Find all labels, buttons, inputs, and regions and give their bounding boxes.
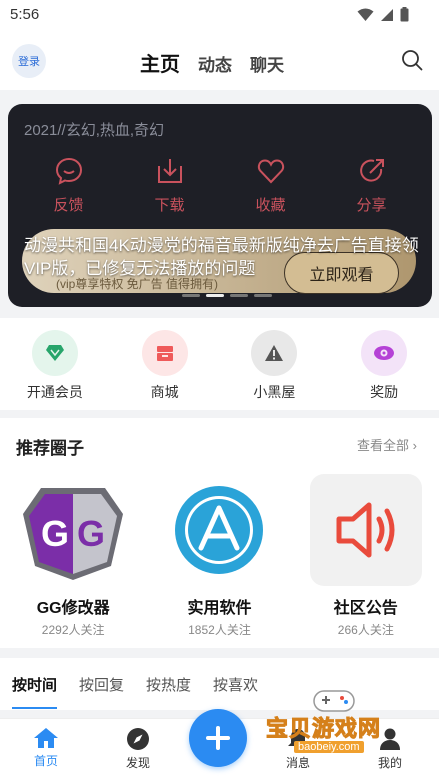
circle-card-apps[interactable]: 实用软件 1852人关注 — [159, 474, 279, 638]
banner-pager — [182, 294, 272, 297]
tab-feed[interactable]: 动态 — [198, 51, 232, 76]
top-header: 登录 主页 动态 聊天 — [0, 30, 439, 90]
plus-icon — [206, 726, 230, 750]
pager-dot[interactable] — [254, 294, 272, 297]
view-all-label: 查看全部 — [357, 438, 410, 453]
speaker-icon — [309, 474, 422, 586]
compass-icon — [127, 728, 149, 750]
share-icon — [359, 159, 384, 182]
quick-link-label: 奖励 — [370, 384, 399, 400]
tab-home[interactable]: 主页 — [140, 48, 180, 77]
diamond-icon — [31, 330, 78, 376]
circle-followers: 2292人关注 — [41, 623, 105, 637]
sort-by-likes[interactable]: 按喜欢 — [213, 674, 258, 695]
svg-text:G: G — [41, 513, 69, 554]
quick-link-reward[interactable]: 奖励 — [339, 330, 429, 402]
view-all-link[interactable]: 查看全部 › — [357, 435, 417, 454]
quick-link-vip[interactable]: 开通会员 — [10, 330, 100, 402]
share-label: 分享 — [356, 197, 387, 214]
store-icon — [141, 330, 188, 376]
signal-icon — [381, 8, 393, 21]
pager-dot[interactable] — [230, 294, 248, 297]
sort-by-reply[interactable]: 按回复 — [79, 674, 124, 695]
search-icon[interactable] — [401, 49, 423, 71]
recommended-circles: 推荐圈子 查看全部 › G G GG修改器 2292人关注 实用软件 1852人… — [0, 418, 439, 648]
banner-overlay-text: 动漫共和国4K动漫党的福音最新版纯净去广告直接领VIP版，已修复无法播放的问题 — [24, 236, 419, 278]
circle-name: GG修改器 — [36, 600, 110, 617]
quick-link-label: 开通会员 — [26, 384, 83, 400]
warning-icon — [251, 330, 298, 376]
site-watermark: 宝贝游戏网 baobeiy.com — [262, 685, 412, 765]
quick-link-label: 小黑屋 — [253, 384, 296, 400]
pager-dot-active[interactable] — [206, 294, 224, 297]
app-store-icon — [163, 474, 276, 586]
login-button[interactable]: 登录 — [12, 44, 46, 78]
status-bar: 5:56 — [0, 0, 439, 30]
share-action[interactable]: 分享 — [337, 156, 407, 215]
circle-followers: 266人关注 — [337, 623, 394, 637]
pager-dot[interactable] — [182, 294, 200, 297]
download-icon — [157, 159, 182, 183]
chevron-right-icon: › — [412, 438, 417, 453]
favorite-label: 收藏 — [255, 197, 286, 214]
system-icons — [357, 7, 409, 22]
message-icon — [55, 157, 82, 185]
sort-by-popularity[interactable]: 按热度 — [146, 674, 191, 695]
sort-by-time[interactable]: 按时间 — [12, 674, 58, 709]
wifi-icon — [357, 8, 374, 21]
svg-text:G: G — [77, 513, 105, 554]
banner-actions: 反馈 下载 收藏 分享 — [8, 156, 432, 215]
nav-home[interactable]: 首页 — [16, 727, 76, 769]
circle-followers: 1852人关注 — [188, 623, 251, 637]
tab-chat[interactable]: 聊天 — [250, 51, 284, 76]
reward-icon — [361, 330, 408, 376]
watermark-text: 宝贝游戏网 — [265, 716, 382, 742]
circle-name: 实用软件 — [187, 600, 252, 617]
circle-card-gg[interactable]: G G GG修改器 2292人关注 — [13, 474, 133, 638]
circle-card-announcements[interactable]: 社区公告 266人关注 — [306, 474, 426, 638]
gamepad-icon — [313, 690, 355, 712]
quick-link-store[interactable]: 商城 — [120, 330, 210, 402]
circle-name: 社区公告 — [333, 600, 398, 617]
heart-icon — [257, 159, 284, 184]
battery-icon — [400, 7, 409, 22]
add-post-button[interactable] — [189, 709, 247, 767]
favorite-action[interactable]: 收藏 — [236, 156, 306, 215]
watermark-url: baobeiy.com — [294, 741, 364, 753]
status-time: 5:56 — [10, 6, 40, 23]
header-tabs: 主页 动态 聊天 — [140, 48, 284, 77]
gg-logo-icon: G G — [17, 474, 130, 586]
download-label: 下载 — [154, 197, 185, 214]
nav-discover[interactable]: 发现 — [108, 727, 168, 771]
featured-banner[interactable]: 2021//玄幻,热血,奇幻 反馈 下载 收藏 分享 (vip尊享特权 免广告 … — [8, 104, 432, 307]
nav-label: 发现 — [125, 756, 150, 770]
feedback-label: 反馈 — [53, 197, 84, 214]
quick-links: 开通会员 商城 小黑屋 奖励 — [0, 318, 439, 410]
nav-label: 首页 — [33, 754, 58, 768]
banner-tags: 2021//玄幻,热血,奇幻 — [24, 122, 165, 139]
download-action[interactable]: 下载 — [135, 156, 205, 215]
home-icon — [34, 728, 58, 748]
quick-link-blackroom[interactable]: 小黑屋 — [229, 330, 319, 402]
quick-link-label: 商城 — [150, 384, 179, 400]
section-title: 推荐圈子 — [16, 439, 84, 458]
feedback-action[interactable]: 反馈 — [34, 156, 104, 215]
